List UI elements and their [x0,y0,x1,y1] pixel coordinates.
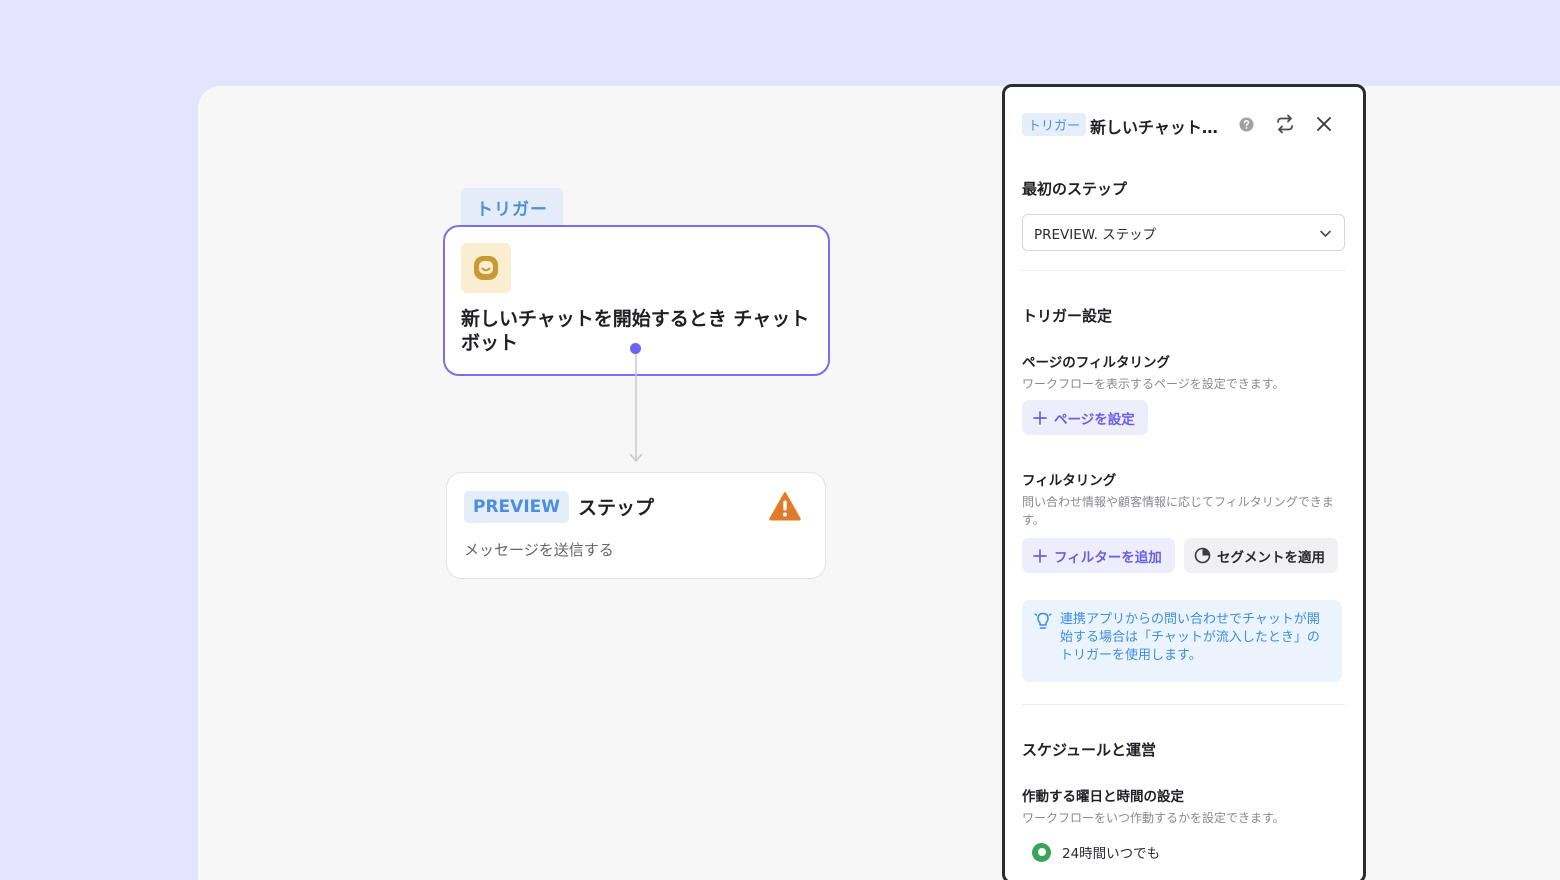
schedule-heading: スケジュールと運営 [1022,741,1156,759]
apply-segment-button[interactable]: セグメントを適用 [1184,538,1338,573]
step-node[interactable]: PREVIEW ステップ メッセージを送信する [446,472,826,579]
panel-title: 新しいチャットを開始するとき チャットボット [1090,118,1232,137]
radio-selected[interactable] [1032,842,1051,862]
page-filter-desc: ワークフローを表示するページを設定できます。 [1022,377,1285,391]
first-step-select[interactable]: PREVIEW. ステップ [1022,214,1345,251]
set-page-button-label: ページを設定 [1054,411,1135,428]
set-page-button[interactable]: ページを設定 [1022,400,1148,435]
connector-arrow [629,354,643,463]
trigger-settings-heading: トリガー設定 [1022,307,1113,325]
close-icon[interactable] [1314,114,1334,134]
filter-title: フィルタリング [1022,473,1117,489]
swap-icon[interactable] [1274,113,1296,135]
step-node-subtitle: メッセージを送信する [464,541,614,559]
page-filter-title: ページのフィルタリング [1022,355,1170,371]
first-step-selected-value: PREVIEW. ステップ [1034,226,1157,243]
schedule-option-label: 24時間いつでも [1062,846,1161,862]
add-filter-button-label: フィルターを追加 [1054,549,1162,566]
pie-chart-icon [1194,547,1211,564]
panel-trigger-badge: トリガー [1022,113,1087,136]
trigger-tab-label: トリガー [461,188,563,226]
filter-desc: 問い合わせ情報や顧客情報に応じてフィルタリングできます。 [1022,495,1334,527]
info-callout: 連携アプリからの問い合わせでチャットが開始する場合は「チャットが流入したとき」の… [1022,600,1342,682]
apply-segment-button-label: セグメントを適用 [1217,549,1325,566]
chat-bubble-icon [461,243,511,293]
lightbulb-icon [1034,612,1052,629]
plus-icon [1033,410,1047,425]
panel-header: トリガー 新しいチャットを開始するとき チャットボット [1022,111,1348,139]
help-icon[interactable] [1239,117,1254,132]
first-step-heading: 最初のステップ [1022,180,1128,198]
add-filter-button[interactable]: フィルターを追加 [1022,538,1175,573]
step-node-title: ステップ [578,497,655,519]
schedule-option-always[interactable]: 24時間いつでも [1032,842,1160,862]
connector-handle[interactable] [630,343,641,354]
chevron-down-icon [1320,230,1331,237]
divider [1022,270,1345,271]
preview-badge: PREVIEW [464,491,570,523]
schedule-desc: ワークフローをいつ作動するかを設定できます。 [1022,811,1285,825]
info-callout-text: 連携アプリからの問い合わせでチャットが開始する場合は「チャットが流入したとき」の… [1060,612,1320,663]
schedule-title: 作動する曜日と時間の設定 [1022,789,1184,805]
trigger-settings-panel: トリガー 新しいチャットを開始するとき チャットボット 最初のステップ PREV… [1002,84,1366,880]
warning-icon [769,492,801,521]
divider [1022,704,1345,705]
plus-icon [1033,548,1047,563]
